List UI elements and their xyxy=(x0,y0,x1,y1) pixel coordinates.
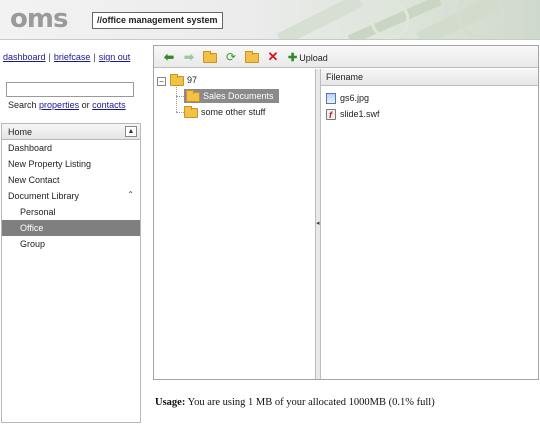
nav-item-label: New Property Listing xyxy=(8,159,92,169)
column-header-filename[interactable]: Filename xyxy=(321,69,538,86)
search-caption-or: or xyxy=(81,100,90,110)
nav-subitem-label: Group xyxy=(20,239,46,249)
tree-line xyxy=(176,96,184,97)
tree-node-label: some other stuff xyxy=(201,107,266,117)
file-name: slide1.swf xyxy=(340,109,380,119)
search-properties-link[interactable]: properties xyxy=(39,100,79,110)
nav-subitem-label: Personal xyxy=(20,207,56,217)
tree-node-some-other-stuff[interactable]: some other stuff xyxy=(184,105,265,119)
search-contacts-link[interactable]: contacts xyxy=(92,100,126,110)
app-header: oms //office management system xyxy=(0,0,540,40)
top-links: dashboard | briefcase | sign out xyxy=(3,52,130,62)
folder-icon xyxy=(245,50,259,63)
usage-text: You are using 1 MB of your allocated 100… xyxy=(187,397,435,408)
nav-header-label: Home xyxy=(8,127,33,137)
folder-icon xyxy=(203,50,217,63)
refresh-icon[interactable]: ⟳ xyxy=(224,50,238,64)
app-logo[interactable]: oms xyxy=(10,4,68,34)
tree-node-sales-documents[interactable]: Sales Documents xyxy=(184,89,279,103)
new-folder-icon[interactable] xyxy=(245,50,259,64)
link-separator: | xyxy=(93,52,96,62)
folder-icon xyxy=(186,89,200,102)
file-name: gs6.jpg xyxy=(340,93,370,103)
nav-item-document-library[interactable]: Document Library ⌃ xyxy=(2,188,140,204)
file-toolbar: ⬅ ➡ ⟳ ✕ ✚ Upload xyxy=(154,46,538,68)
app-tagline: //office management system xyxy=(92,12,223,29)
dashboard-link[interactable]: dashboard xyxy=(3,52,46,62)
nav-item-label: Document Library xyxy=(8,191,80,201)
nav-item-new-contact[interactable]: New Contact xyxy=(2,172,140,188)
usage-label: Usage: xyxy=(155,397,186,408)
upload-label: Upload xyxy=(299,53,328,63)
search-caption-prefix: Search xyxy=(8,100,37,110)
nav-subitem-label: Office xyxy=(20,223,44,233)
upload-button[interactable]: ✚ Upload xyxy=(288,51,328,64)
search-caption: Search properties or contacts xyxy=(8,100,126,110)
nav-subitem-personal[interactable]: Personal xyxy=(2,204,140,220)
nav-item-label: Dashboard xyxy=(8,143,53,153)
nav-subitem-office[interactable]: Office xyxy=(2,220,140,236)
collapse-tree-icon[interactable]: − xyxy=(157,77,166,86)
storage-usage: Usage: You are using 1 MB of your alloca… xyxy=(155,397,435,408)
briefcase-link[interactable]: briefcase xyxy=(54,52,91,62)
file-manager: ⬅ ➡ ⟳ ✕ ✚ Upload − 97 Sales Documents som… xyxy=(153,45,539,380)
sign-out-link[interactable]: sign out xyxy=(99,52,131,62)
nav-header[interactable]: Home ▲ xyxy=(2,124,140,140)
search-input[interactable] xyxy=(6,82,134,97)
file-row[interactable]: slide1.swf xyxy=(326,107,380,122)
back-arrow-icon[interactable]: ⬅ xyxy=(162,50,176,64)
nav-item-dashboard[interactable]: Dashboard xyxy=(2,140,140,156)
header-decoration xyxy=(276,0,504,39)
folder-tree: − 97 Sales Documents some other stuff xyxy=(154,69,316,379)
tree-node-label: Sales Documents xyxy=(203,91,274,101)
tree-node-label: 97 xyxy=(187,75,198,85)
tree-node-root[interactable]: 97 xyxy=(170,73,197,87)
flash-file-icon xyxy=(326,108,336,122)
up-folder-icon[interactable] xyxy=(203,50,217,64)
nav-subitem-group[interactable]: Group xyxy=(2,236,140,252)
file-list: Filename gs6.jpg slide1.swf xyxy=(321,69,538,379)
plus-icon: ✚ xyxy=(288,52,298,64)
tree-line xyxy=(176,87,177,112)
left-navigation: Home ▲ Dashboard New Property Listing Ne… xyxy=(1,123,141,423)
column-header-label: Filename xyxy=(326,72,364,82)
folder-icon xyxy=(170,73,184,86)
forward-arrow-icon[interactable]: ➡ xyxy=(182,50,196,64)
splitter-grip-icon[interactable]: ◂ xyxy=(316,219,320,227)
chevron-up-icon[interactable]: ⌃ xyxy=(127,190,134,199)
image-file-icon xyxy=(326,93,336,105)
delete-icon[interactable]: ✕ xyxy=(266,50,280,64)
nav-item-label: New Contact xyxy=(8,175,60,185)
collapse-icon[interactable]: ▲ xyxy=(125,126,137,137)
file-row[interactable]: gs6.jpg xyxy=(326,91,369,105)
tree-line xyxy=(176,112,184,113)
folder-icon xyxy=(184,105,198,118)
nav-item-new-property-listing[interactable]: New Property Listing xyxy=(2,156,140,172)
link-separator: | xyxy=(48,52,51,62)
